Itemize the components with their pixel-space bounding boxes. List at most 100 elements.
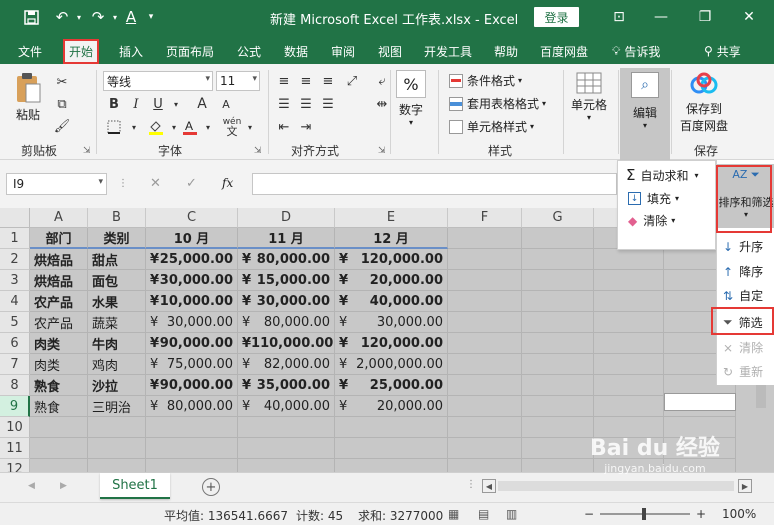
empty-cell[interactable] — [146, 438, 238, 459]
restore-button[interactable]: ❐ — [690, 4, 720, 30]
underline-button[interactable]: U — [148, 94, 168, 114]
empty-cell[interactable] — [448, 249, 522, 270]
align-bottom-icon[interactable]: ≡ — [318, 71, 338, 91]
customize-qat-icon[interactable]: ▾ — [144, 6, 158, 28]
row-header-7[interactable]: 7 — [0, 354, 30, 375]
table-cell[interactable]: ¥90,000.00 — [146, 333, 238, 354]
table-cell[interactable]: ¥110,000.00 — [238, 333, 335, 354]
empty-cell[interactable] — [448, 375, 522, 396]
alignment-launcher-icon[interactable]: ⇲ — [378, 146, 386, 156]
cells-button[interactable]: 单元格 ▾ — [571, 72, 607, 122]
paste-button[interactable]: 粘贴 — [14, 72, 42, 123]
cell-styles-button[interactable]: 单元格样式 ▾ — [449, 118, 534, 135]
page-break-view-icon[interactable]: ▥ — [506, 507, 517, 521]
font-color-dropdown-icon[interactable]: ▾ — [198, 117, 218, 137]
table-cell[interactable]: 肉类 — [30, 354, 88, 375]
tell-me[interactable]: 💡︎ 告诉我 — [612, 41, 660, 61]
undo-dropdown-icon[interactable]: ▾ — [74, 6, 84, 28]
table-cell[interactable]: 甜点 — [88, 249, 146, 270]
tab-help[interactable]: 帮助 — [494, 41, 518, 61]
zoom-level[interactable]: 100% — [722, 507, 756, 521]
empty-cell[interactable] — [522, 417, 594, 438]
zoom-slider-thumb[interactable] — [642, 508, 646, 520]
empty-cell[interactable] — [30, 438, 88, 459]
table-cell[interactable]: 蔬菜 — [88, 312, 146, 333]
table-cell[interactable]: ¥20,000.00 — [335, 396, 448, 417]
merge-center-icon[interactable]: ⇹ — [372, 94, 392, 114]
table-cell[interactable]: ¥2,000,000.00 — [335, 354, 448, 375]
empty-cell[interactable] — [448, 438, 522, 459]
font-launcher-icon[interactable]: ⇲ — [254, 146, 262, 156]
empty-cell[interactable] — [448, 270, 522, 291]
wrap-text-icon[interactable]: ⤶ — [372, 71, 392, 91]
empty-cell[interactable] — [522, 375, 594, 396]
empty-cell[interactable] — [448, 291, 522, 312]
tab-review[interactable]: 审阅 — [331, 41, 355, 61]
table-cell[interactable]: ¥30,000.00 — [146, 270, 238, 291]
column-header-e[interactable]: E — [335, 208, 448, 228]
empty-cell[interactable] — [335, 417, 448, 438]
font-size-combo[interactable]: 11 ▾ — [216, 71, 260, 91]
table-cell[interactable]: ¥25,000.00 — [146, 249, 238, 270]
conditional-format-button[interactable]: 条件格式 ▾ — [449, 72, 522, 89]
table-cell[interactable]: ¥120,000.00 — [335, 249, 448, 270]
empty-cell[interactable] — [335, 438, 448, 459]
table-cell[interactable]: ¥30,000.00 — [146, 312, 238, 333]
tab-view[interactable]: 视图 — [378, 41, 402, 61]
confirm-entry-icon[interactable]: ✓ — [186, 176, 197, 191]
undo-icon[interactable]: ↶ — [50, 6, 74, 28]
italic-button[interactable]: I — [126, 94, 146, 114]
empty-cell[interactable] — [522, 354, 594, 375]
orientation-icon[interactable]: ⤢ — [342, 71, 362, 91]
header-cell[interactable]: 11 月 — [238, 228, 335, 249]
custom-sort-item[interactable]: ⇅ 自定 — [723, 287, 763, 304]
select-all-corner[interactable] — [0, 208, 30, 228]
empty-cell[interactable] — [594, 396, 664, 417]
tab-data[interactable]: 数据 — [284, 41, 308, 61]
empty-cell[interactable] — [522, 249, 594, 270]
autosum-button[interactable]: Σ 自动求和 ▾ — [626, 166, 699, 184]
row-header-11[interactable]: 11 — [0, 438, 30, 459]
reapply-item[interactable]: ↻ 重新 — [723, 363, 763, 380]
table-cell[interactable]: ¥82,000.00 — [238, 354, 335, 375]
empty-cell[interactable] — [594, 354, 664, 375]
table-cell[interactable]: ¥30,000.00 — [238, 291, 335, 312]
font-color-icon[interactable]: A — [180, 117, 200, 137]
empty-cell[interactable] — [594, 312, 664, 333]
cut-icon[interactable]: ✂ — [52, 72, 72, 92]
table-cell[interactable]: ¥25,000.00 — [335, 375, 448, 396]
table-cell[interactable]: 熟食 — [30, 375, 88, 396]
header-cell[interactable]: 部门 — [30, 228, 88, 249]
empty-cell[interactable] — [522, 438, 594, 459]
row-header-8[interactable]: 8 — [0, 375, 30, 396]
underline-dropdown-icon[interactable]: ▾ — [166, 94, 186, 114]
empty-cell[interactable] — [448, 312, 522, 333]
save-baidu-button[interactable]: 保存到 百度网盘 — [680, 72, 728, 134]
borders-icon[interactable] — [104, 117, 124, 137]
empty-cell[interactable] — [664, 438, 736, 459]
empty-cell[interactable] — [522, 270, 594, 291]
column-header-g[interactable]: G — [522, 208, 594, 228]
fill-button[interactable]: ↓ 填充 ▾ — [628, 190, 679, 207]
borders-dropdown-icon[interactable]: ▾ — [124, 117, 144, 137]
ribbon-display-icon[interactable]: ⊡ — [604, 4, 634, 30]
row-header-2[interactable]: 2 — [0, 249, 30, 270]
table-cell[interactable]: 农产品 — [30, 291, 88, 312]
table-cell[interactable]: ¥75,000.00 — [146, 354, 238, 375]
header-cell[interactable]: 类别 — [88, 228, 146, 249]
table-cell[interactable]: ¥90,000.00 — [146, 375, 238, 396]
clear-button[interactable]: ◆ 清除 ▾ — [628, 212, 675, 229]
table-cell[interactable]: ¥30,000.00 — [335, 312, 448, 333]
scroll-right-icon[interactable]: ▶ — [738, 479, 752, 493]
font-color-quick-icon[interactable]: A — [122, 6, 140, 28]
number-format-button[interactable]: % 数字 ▾ — [396, 70, 426, 127]
table-cell[interactable]: 三明治 — [88, 396, 146, 417]
empty-cell[interactable] — [88, 417, 146, 438]
row-header-9[interactable]: 9 — [0, 396, 30, 417]
empty-cell[interactable] — [448, 417, 522, 438]
next-sheet-icon[interactable]: ▶ — [60, 481, 67, 491]
table-cell[interactable]: 鸡肉 — [88, 354, 146, 375]
format-painter-icon[interactable]: 🖌︎ — [52, 116, 72, 136]
minimize-button[interactable]: — — [646, 4, 676, 30]
row-header-6[interactable]: 6 — [0, 333, 30, 354]
